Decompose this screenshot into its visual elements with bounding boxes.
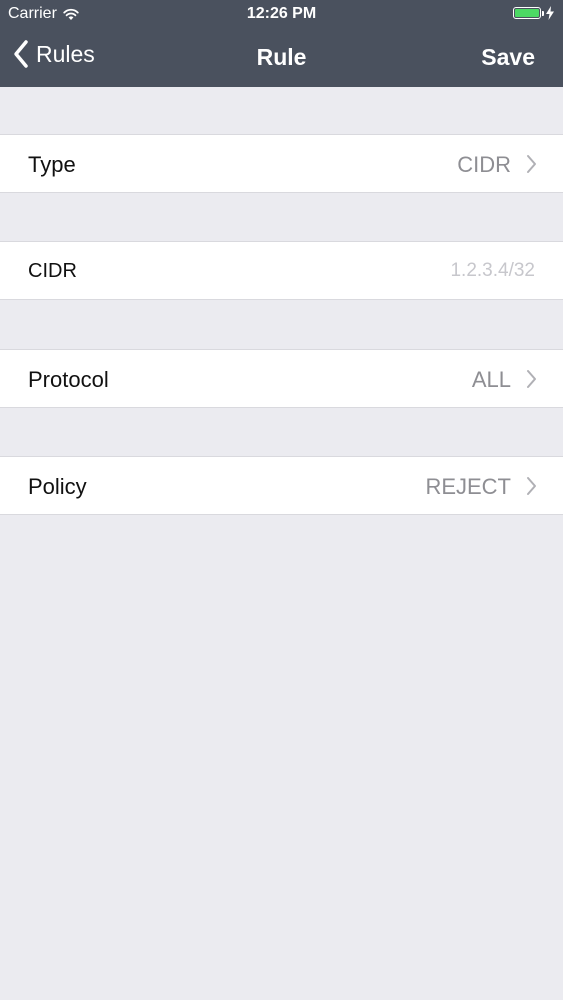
battery-level-fill [515,9,539,17]
cidr-row: CIDR [0,241,563,300]
save-button[interactable]: Save [481,44,535,71]
battery-indicator [513,6,555,20]
type-label: Type [28,152,76,177]
chevron-right-icon [527,155,536,173]
status-bar: Carrier 12:26 PM [0,0,563,28]
nav-bar: Rules Rule Save [0,28,563,87]
chevron-right-icon [527,477,536,495]
status-time: 12:26 PM [246,5,317,22]
cidr-input[interactable] [335,253,535,289]
policy-value: REJECT [425,474,511,499]
protocol-value: ALL [471,367,511,392]
type-row[interactable]: Type CIDR [0,134,563,193]
policy-label: Policy [28,474,87,499]
protocol-row[interactable]: Protocol ALL [0,349,563,408]
charging-bolt-icon [546,6,554,20]
protocol-label: Protocol [28,367,109,392]
type-value: CIDR [457,152,511,177]
navigation-header: Carrier 12:26 PM Rules Rule Save [0,0,563,87]
policy-row[interactable]: Policy REJECT [0,456,563,515]
chevron-right-icon [527,370,536,388]
battery-icon [513,7,544,19]
page-title: Rule [256,44,307,70]
cidr-label: CIDR [28,260,77,282]
